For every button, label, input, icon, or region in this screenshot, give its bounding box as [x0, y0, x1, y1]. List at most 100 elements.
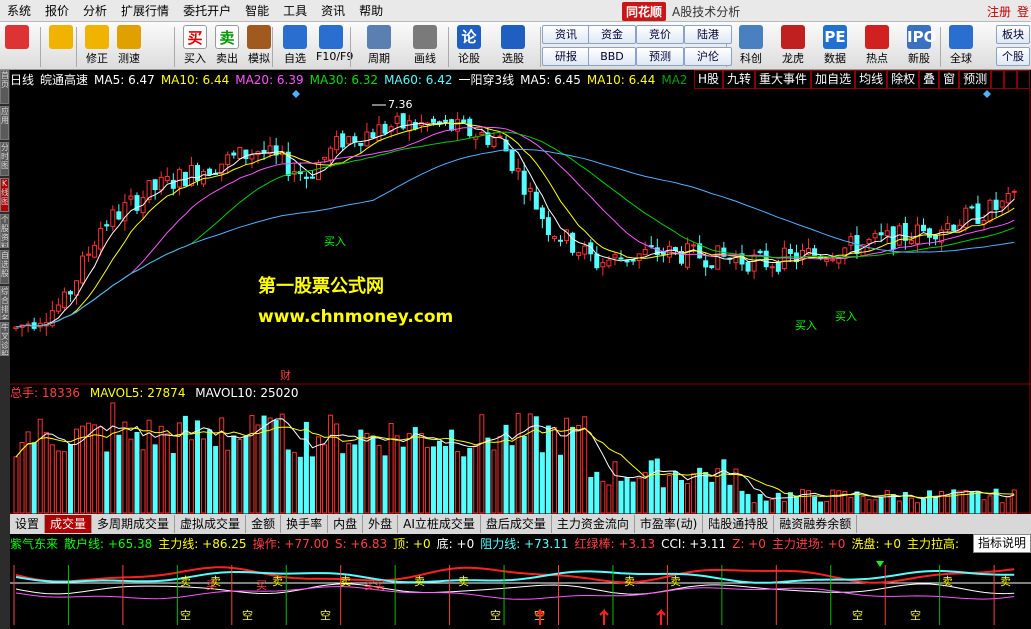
volume-bar	[945, 494, 951, 514]
toolbar-button-label: 选股	[502, 52, 524, 65]
left-tab-1[interactable]: 应用	[0, 106, 9, 140]
bottom-tab-0[interactable]: 设置	[10, 515, 46, 533]
quick-button-2-1[interactable]: 预测	[636, 47, 684, 66]
left-tab-5[interactable]: 自选股	[0, 250, 9, 284]
quick-button-3-1[interactable]: 沪伦	[684, 47, 732, 66]
menu-ext-quote[interactable]: 扩展行情	[114, 0, 176, 22]
menu-tools[interactable]: 工具	[276, 0, 314, 22]
next-icon[interactable]	[1017, 70, 1031, 89]
clock-button[interactable]: 周期	[364, 24, 394, 68]
lock-icon[interactable]	[991, 70, 1005, 89]
bottom-tab-3[interactable]: 虚拟成交量	[175, 515, 247, 533]
globe-button[interactable]: 全球	[946, 24, 976, 68]
bottom-tab-13[interactable]: 融资融券余额	[774, 515, 858, 533]
f10-button[interactable]: F10/F9	[316, 24, 353, 68]
register-link[interactable]: 注册	[987, 3, 1011, 20]
bottom-tab-4[interactable]: 金额	[246, 515, 282, 533]
quick-button-0-0[interactable]: 资讯	[542, 25, 590, 44]
bottom-tab-10[interactable]: 主力资金流向	[552, 515, 635, 533]
candle-body	[733, 257, 739, 264]
volume-bar	[830, 489, 836, 514]
hot-button[interactable]: 热点	[862, 24, 892, 68]
quick-button-2-0[interactable]: 竞价	[636, 25, 684, 44]
menu-system[interactable]: 系统	[0, 0, 38, 22]
bottom-tab-12[interactable]: 陆股通持股	[703, 515, 775, 533]
volume-bar	[322, 444, 328, 514]
discuss-button[interactable]: 论论股	[454, 24, 484, 68]
bottom-tab-5[interactable]: 换手率	[281, 515, 329, 533]
volume-bar	[679, 480, 684, 514]
indicator-name[interactable]: 紫气东来	[10, 535, 58, 552]
menu-trade[interactable]: 委托开户	[176, 0, 238, 22]
right-tab-5[interactable]: 除权	[887, 70, 920, 89]
volume-bar	[606, 484, 612, 514]
search-button[interactable]: 选股	[498, 24, 528, 68]
right-tab-4[interactable]: 均线	[855, 70, 888, 89]
candle-body	[545, 217, 551, 235]
indicator-help-button[interactable]: 指标说明	[972, 534, 1031, 553]
updown-arrow-button[interactable]: 修正	[82, 24, 112, 68]
bottom-tab-1[interactable]: 成交量	[45, 515, 93, 533]
menu-smart[interactable]: 智能	[238, 0, 276, 22]
indicator-chart[interactable]: 卖卖卖卖卖卖卖卖卖卖买买买买空空空空空空空	[10, 553, 1031, 629]
menu-bar: 系统 报价 分析 扩展行情 委托开户 智能 工具 资讯 帮助 同花顺 A股技术分…	[0, 0, 1031, 22]
left-tab-4[interactable]: 个股资料	[0, 214, 9, 248]
pencil-button[interactable]: 画线	[410, 24, 440, 68]
left-tab-7[interactable]: 牛叉诊股	[0, 322, 9, 356]
hammer-button[interactable]: 模拟	[244, 24, 274, 68]
back-arrow-button[interactable]	[46, 24, 76, 68]
bottom-tab-2[interactable]: 多周期成交量	[92, 515, 176, 533]
pe-button[interactable]: PE 数据	[820, 24, 850, 68]
menu-news[interactable]: 资讯	[314, 0, 352, 22]
candle-body	[437, 121, 442, 124]
volume-chart[interactable]: 总手: 18336 MAVOL5: 27874 MAVOL10: 25020	[10, 385, 1031, 514]
right-tab-7[interactable]: 窗	[939, 70, 960, 89]
sell-button[interactable]: 卖卖出	[212, 24, 242, 68]
right-tab-3[interactable]: 加自选	[811, 70, 856, 89]
bottom-tab-9[interactable]: 盘后成交量	[481, 515, 552, 533]
volume-bar	[406, 433, 412, 514]
period-label[interactable]: 日线	[10, 71, 34, 88]
right-tab-1[interactable]: 九转	[723, 70, 756, 89]
volume-bar	[588, 477, 594, 514]
login-link[interactable]: 登	[1017, 3, 1029, 20]
right-tab-2[interactable]: 重大事件	[755, 70, 812, 89]
bottom-tab-11[interactable]: 市盈率(动)	[635, 515, 704, 533]
left-tab-3[interactable]: K线图	[0, 178, 9, 212]
chart-button[interactable]: 科创	[736, 24, 766, 68]
ipo-button[interactable]: IPO 新股	[904, 24, 936, 68]
volume-bar	[55, 450, 61, 514]
quick-button-4-1[interactable]: 个股	[996, 47, 1030, 66]
menu-quote[interactable]: 报价	[38, 0, 76, 22]
left-tab-0[interactable]: 首页	[0, 70, 9, 104]
bottom-tab-8[interactable]: AI立桩成交量	[398, 515, 481, 533]
volume-bar	[933, 495, 939, 514]
bottom-tab-6[interactable]: 内盘	[328, 515, 364, 533]
menu-help[interactable]: 帮助	[352, 0, 390, 22]
left-tab-2[interactable]: 分时图	[0, 142, 9, 176]
star-button[interactable]: 自选	[280, 24, 310, 68]
color-grid-button[interactable]	[2, 24, 32, 68]
volume-bar	[685, 483, 691, 514]
right-tab-0[interactable]: H股	[694, 70, 724, 89]
quick-button-4-0[interactable]: 板块	[996, 25, 1030, 44]
right-tab-6[interactable]: 叠	[919, 70, 940, 89]
ind-purple-line	[15, 586, 1015, 600]
buy-button[interactable]: 买买入	[180, 24, 210, 68]
speed-button[interactable]: 测速	[114, 24, 144, 68]
volume-bar	[473, 445, 479, 514]
quick-button-3-0[interactable]: 陆港	[684, 25, 732, 44]
left-tab-6[interactable]: 综合排名	[0, 286, 9, 320]
ind-sell-label: 卖	[942, 575, 953, 588]
toolbar-separator	[272, 27, 273, 67]
dragon-button[interactable]: 龙虎	[778, 24, 808, 68]
kline-chart[interactable]: 7.36买入买入买入财	[10, 89, 1031, 385]
candle-body	[927, 228, 933, 238]
right-tab-8[interactable]: 预测	[959, 70, 992, 89]
bottom-tab-7[interactable]: 外盘	[363, 515, 399, 533]
quick-button-1-1[interactable]: BBD	[588, 47, 636, 66]
menu-analysis[interactable]: 分析	[76, 0, 114, 22]
quick-button-1-0[interactable]: 资金	[588, 25, 636, 44]
quick-button-0-1[interactable]: 研报	[542, 47, 590, 66]
prev-icon[interactable]	[1004, 70, 1018, 89]
